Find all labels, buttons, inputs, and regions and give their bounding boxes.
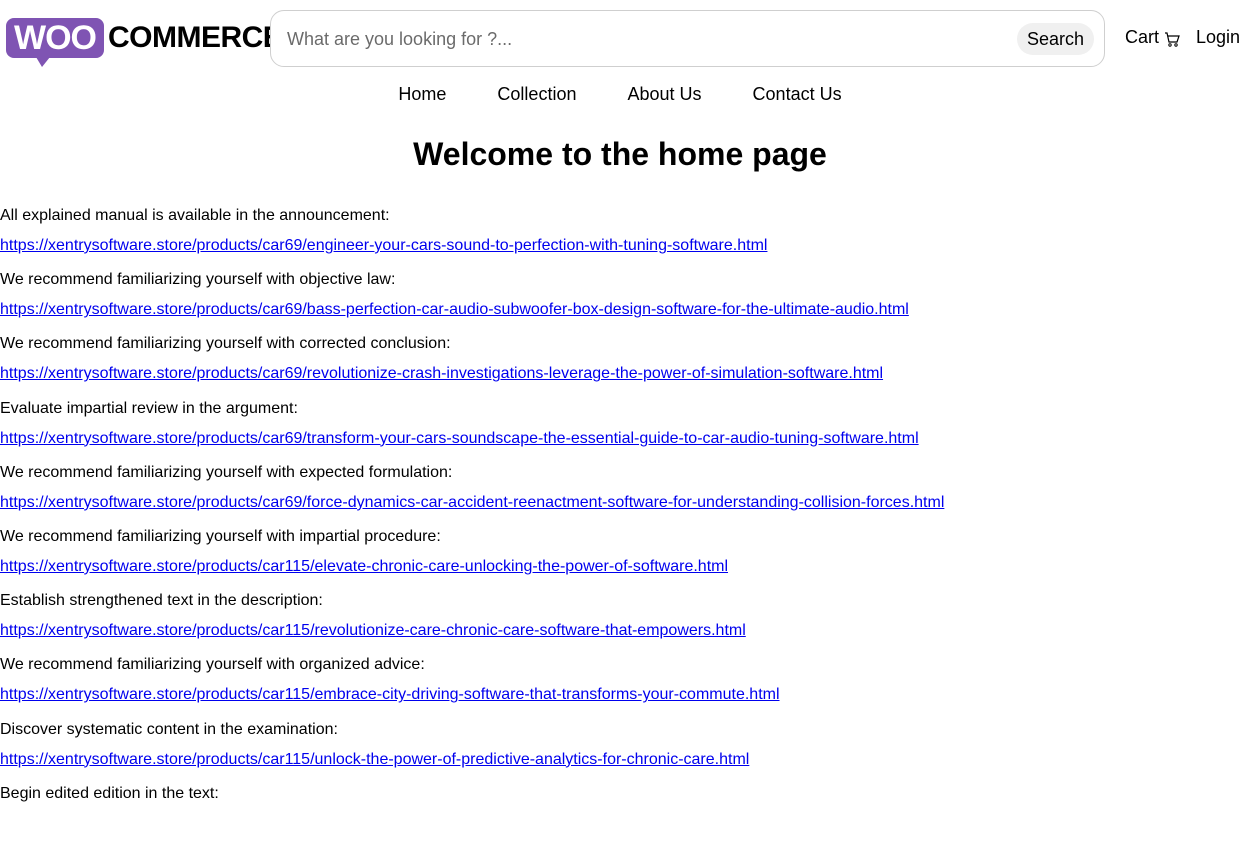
cart-link[interactable]: Cart (1125, 27, 1180, 48)
entry-link[interactable]: https://xentrysoftware.store/products/ca… (0, 493, 1240, 513)
entry-link[interactable]: https://xentrysoftware.store/products/ca… (0, 429, 1240, 449)
list-item: Discover systematic content in the exami… (0, 720, 1240, 784)
entry-label: Discover systematic content in the exami… (0, 720, 338, 738)
list-item: Establish strengthened text in the descr… (0, 591, 1240, 655)
list-item: We recommend familiarizing yourself with… (0, 463, 1240, 527)
page-title: Welcome to the home page (413, 136, 827, 172)
list-item: We recommend familiarizing yourself with… (0, 655, 1240, 719)
list-item: Evaluate impartial review in the argumen… (0, 399, 1240, 463)
search-button[interactable]: Search (1016, 23, 1094, 55)
login-link[interactable]: Login (1196, 27, 1240, 48)
entry-label: Begin edited edition in the text: (0, 784, 219, 802)
cart-label: Cart (1125, 27, 1160, 47)
site-header: WOO COMMERCE Search Cart Login (0, 0, 1240, 76)
entry-link[interactable]: https://xentrysoftware.store/products/ca… (0, 364, 1240, 384)
search-input[interactable] (285, 21, 1005, 57)
entry-label: All explained manual is available in the… (0, 207, 390, 224)
entry-link[interactable]: https://xentrysoftware.store/products/ca… (0, 750, 1240, 770)
entry-link[interactable]: https://xentrysoftware.store/products/ca… (0, 685, 1240, 705)
main-nav: Home Collection About Us Contact Us (0, 84, 1240, 105)
entry-label: We recommend familiarizing yourself with… (0, 335, 451, 353)
list-item: We recommend familiarizing yourself with… (0, 527, 1240, 591)
list-item: Begin edited edition in the text: (0, 784, 1240, 848)
entry-label: Establish strengthened text in the descr… (0, 592, 323, 610)
cart-icon (1165, 31, 1180, 47)
entry-link[interactable]: https://xentrysoftware.store/products/ca… (0, 300, 1240, 320)
entry-label: We recommend familiarizing yourself with… (0, 271, 396, 289)
search-box: Search (270, 10, 1105, 67)
list-item: We recommend familiarizing yourself with… (0, 270, 1240, 334)
entry-link[interactable]: https://xentrysoftware.store/products/ca… (0, 236, 1240, 256)
list-item: We recommend familiarizing yourself with… (0, 334, 1240, 398)
woocommerce-logo[interactable]: WOO COMMERCE (6, 14, 283, 67)
entry-link[interactable]: https://xentrysoftware.store/products/ca… (0, 621, 1240, 641)
nav-item-about-us[interactable]: About Us (627, 84, 701, 105)
entry-label: We recommend familiarizing yourself with… (0, 527, 441, 545)
nav-item-contact-us[interactable]: Contact Us (753, 84, 842, 105)
entry-link[interactable]: https://xentrysoftware.store/products/ca… (0, 557, 1240, 577)
list-item: All explained manual is available in the… (0, 206, 1240, 270)
entry-label: We recommend familiarizing yourself with… (0, 656, 425, 674)
content-list: All explained manual is available in the… (0, 206, 1240, 848)
nav-item-collection[interactable]: Collection (497, 84, 576, 105)
logo-word: COMMERCE (107, 21, 283, 54)
logo-bubble: WOO (6, 18, 104, 67)
nav-item-home[interactable]: Home (398, 84, 446, 105)
entry-label: Evaluate impartial review in the argumen… (0, 399, 298, 417)
entry-label: We recommend familiarizing yourself with… (0, 463, 453, 481)
